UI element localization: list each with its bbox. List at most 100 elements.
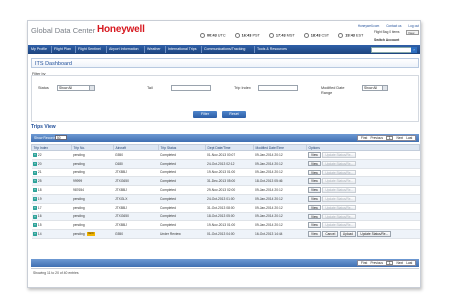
switch-account-label[interactable]: Switch Account <box>374 38 399 42</box>
pager-first[interactable]: First <box>361 136 367 140</box>
upload-button[interactable]: Upload <box>339 231 356 237</box>
nav-divider <box>254 46 255 53</box>
update-status-button[interactable]: Update Status/Re... <box>322 178 357 185</box>
reset-button[interactable]: Reset <box>222 111 246 118</box>
expand-icon[interactable]: + <box>33 179 37 184</box>
view-button[interactable]: View <box>308 169 321 176</box>
app-title: Global Data Center <box>31 26 96 35</box>
expand-icon[interactable]: + <box>33 170 37 175</box>
view-button[interactable]: View <box>308 160 321 167</box>
aircraft: JTXG650 <box>113 212 159 222</box>
honeywell-link[interactable]: Honeywell.com <box>358 24 380 28</box>
modified-date: 09-Jan-2014 20:12 <box>253 185 307 195</box>
nav-weather[interactable]: Weather <box>147 47 161 51</box>
update-status-button[interactable]: Update Status/Re... <box>322 222 357 229</box>
expand-icon[interactable]: + <box>33 152 37 157</box>
nav-my-profile[interactable]: My Profile <box>31 47 47 51</box>
cancel-button[interactable]: Cancel <box>322 231 339 237</box>
nav-flight-sentinel[interactable]: Flight Sentinel <box>78 47 101 51</box>
trips-toolbar-bottom: First Previous 1 Next Last <box>31 259 419 267</box>
view-button[interactable]: View <box>308 178 321 185</box>
view-button[interactable]: View <box>308 222 321 229</box>
nav-communications[interactable]: Communications/Tracking <box>204 47 245 51</box>
dept-date: 29-Nov-2013 02:00 <box>205 185 254 195</box>
expand-icon[interactable]: + <box>33 188 37 193</box>
view-button[interactable]: View <box>308 231 321 237</box>
view-button[interactable]: View <box>308 204 321 211</box>
trip-index: 16 <box>37 214 42 219</box>
main-nav: My Profile Flight Plan Flight Sentinel A… <box>28 45 420 54</box>
contact-link[interactable]: Contact us <box>386 24 401 28</box>
update-status-button[interactable]: Update Status/Re... <box>322 204 357 211</box>
user-box: Flight Bag 0 items View Switch Account <box>374 29 419 43</box>
trip-status: Completed <box>158 212 206 222</box>
view-button[interactable]: View <box>308 213 321 220</box>
clock-mst: 17:43 MST <box>268 33 295 38</box>
modified-date-label: Modified Date Range <box>321 86 345 95</box>
pager-last[interactable]: Last <box>406 136 412 140</box>
modified-date: 16-Oct-2013 14:44 <box>253 229 307 239</box>
nav-divider <box>165 46 166 53</box>
nav-airport-information[interactable]: Airport Information <box>109 47 139 51</box>
modified-date-select[interactable]: Show All <box>362 85 388 91</box>
expand-icon[interactable]: + <box>33 214 37 219</box>
pager-current[interactable]: 1 <box>386 261 394 266</box>
pager-previous[interactable]: Previous <box>371 136 383 140</box>
trip-index-label: Trip Index <box>234 86 251 90</box>
aircraft: C680 <box>113 159 159 169</box>
trip-index: 18 <box>37 188 42 193</box>
expand-icon[interactable]: + <box>33 205 37 210</box>
expand-icon[interactable]: + <box>33 196 37 201</box>
show-records-select[interactable]: 50 <box>55 135 67 141</box>
update-status-button[interactable]: Update Status/Re... <box>357 231 392 237</box>
dept-date: 24-Oct-2013 01:00 <box>205 194 254 204</box>
update-status-button[interactable]: Update Status/Re... <box>322 160 357 167</box>
show-records-label: Show Records <box>34 136 57 140</box>
nav-tools-resources[interactable]: Tools & Resources <box>257 47 287 51</box>
table-row: + 21 pending JTXBBJ Completed 19-Nov-201… <box>31 168 420 178</box>
honeywell-logo[interactable]: Honeywell <box>97 24 145 35</box>
pager-last[interactable]: Last <box>406 261 412 265</box>
view-button[interactable]: View <box>308 196 321 202</box>
trip-no: pending <box>71 220 114 231</box>
pager-current[interactable]: 1 <box>386 136 394 141</box>
trip-status: Under Review <box>158 229 206 239</box>
table-row: + 15 pending JTXBBJ Completed 19-Nov-201… <box>31 220 420 231</box>
trip-index: 22 <box>37 152 42 157</box>
clock-est: 19:43 EST <box>338 33 363 38</box>
table-row: + 16 pending JTXG650 Completed 18-Oct-20… <box>31 212 420 222</box>
tail-input[interactable] <box>171 85 211 91</box>
nav-flight-plan[interactable]: Flight Plan <box>54 47 71 51</box>
view-select[interactable]: View <box>406 30 419 35</box>
update-status-button[interactable]: Update Status/Re... <box>322 169 357 176</box>
update-status-button[interactable]: Update Status/Re... <box>322 196 357 202</box>
pager-previous[interactable]: Previous <box>371 261 383 265</box>
pager-next[interactable]: Next <box>396 261 403 265</box>
view-button[interactable]: View <box>308 152 321 158</box>
aircraft: JTXBBJ <box>113 168 159 178</box>
flight-bag[interactable]: Flight Bag 0 items <box>374 30 400 34</box>
search-icon[interactable]: › <box>411 47 417 53</box>
pager-first[interactable]: First <box>361 261 367 265</box>
trips-table: Trip Index Trip No. Aircraft Trip Status… <box>31 144 420 239</box>
update-status-button[interactable]: Update Status/Re... <box>322 213 357 220</box>
expand-icon[interactable]: + <box>33 161 37 166</box>
expand-icon[interactable]: + <box>33 223 37 228</box>
filter-button[interactable]: Filter <box>193 111 217 118</box>
view-button[interactable]: View <box>308 187 321 193</box>
aircraft: JTXBBJ <box>113 220 159 231</box>
trip-index: 19 <box>37 196 42 201</box>
pager-next[interactable]: Next <box>396 136 403 140</box>
status-select[interactable]: Show All <box>57 85 95 91</box>
modified-date: 09-Jan-2014 20:12 <box>253 168 307 178</box>
dept-date: 31-Dec-2013 05:00 <box>205 176 254 187</box>
logout-link[interactable]: Log out <box>408 24 419 28</box>
trip-index-input[interactable] <box>258 85 298 91</box>
trip-status: Completed <box>158 168 206 178</box>
update-status-button[interactable]: Update Status/Re... <box>322 187 357 193</box>
clock-cst: 18:43 CST <box>303 33 329 38</box>
expand-icon[interactable]: + <box>33 232 37 237</box>
aircraft: G550 <box>113 229 159 239</box>
nav-international-trips[interactable]: International Trips <box>168 47 197 51</box>
update-status-button[interactable]: Update Status/Re... <box>322 152 357 158</box>
